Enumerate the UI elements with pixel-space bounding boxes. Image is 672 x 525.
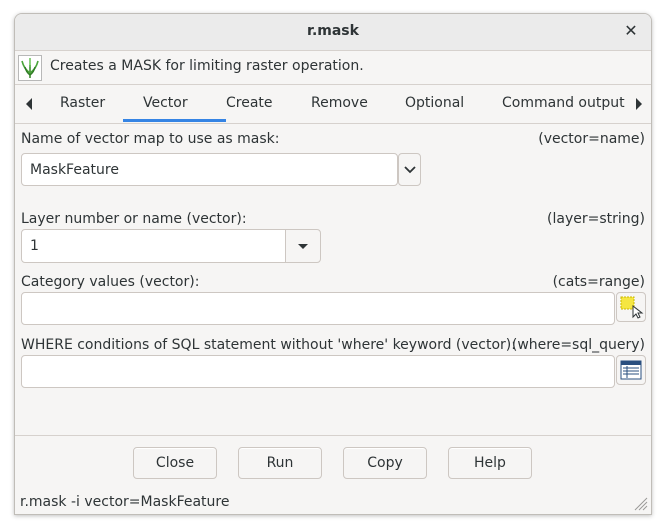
vector-map-value: MaskFeature [30, 162, 119, 178]
vector-param-hint: (vector=name) [538, 131, 645, 147]
help-button[interactable]: Help [448, 447, 532, 479]
module-description: Creates a MASK for limiting raster opera… [50, 58, 364, 74]
tab-command-output[interactable]: Command output [502, 95, 625, 111]
sql-builder-icon [620, 360, 642, 380]
chevron-down-icon [404, 166, 416, 174]
tab-vector[interactable]: Vector [143, 95, 188, 111]
title-bar: r.mask ✕ [15, 14, 651, 51]
layer-label: Layer number or name (vector): [21, 211, 247, 227]
where-label: WHERE conditions of SQL statement withou… [21, 337, 516, 353]
select-from-map-icon [620, 296, 644, 319]
dialog-window: r.mask ✕ Creates a MASK for limiting ras… [14, 13, 652, 515]
vector-tab-panel: Name of vector map to use as mask: (vect… [15, 124, 651, 434]
close-button[interactable]: Close [133, 447, 217, 479]
layer-combo-entry[interactable]: 1 [21, 229, 286, 263]
layer-param-hint: (layer=string) [547, 211, 645, 227]
tab-create[interactable]: Create [226, 95, 273, 111]
close-icon[interactable]: ✕ [621, 21, 641, 41]
select-from-map-button[interactable] [616, 292, 646, 322]
where-input[interactable] [21, 355, 615, 388]
tab-raster[interactable]: Raster [60, 95, 105, 111]
vector-map-combo-entry[interactable]: MaskFeature [21, 153, 398, 186]
cats-param-hint: (cats=range) [552, 274, 645, 290]
where-param-hint: (where=sql_query) [511, 337, 645, 353]
layer-value: 1 [30, 238, 39, 254]
tab-scroll-right-icon[interactable] [633, 97, 645, 111]
window-title: r.mask [307, 23, 359, 39]
button-row: Close Run Copy Help [15, 435, 651, 491]
tab-remove[interactable]: Remove [311, 95, 368, 111]
vector-map-label: Name of vector map to use as mask: [21, 131, 280, 147]
cats-label: Category values (vector): [21, 274, 200, 290]
sql-builder-button[interactable] [616, 355, 646, 385]
tab-bar: Raster Vector Create Remove Optional Com… [15, 85, 651, 124]
grass-logo-icon [18, 55, 42, 81]
copy-button[interactable]: Copy [343, 447, 427, 479]
tab-scroll-left-icon[interactable] [23, 97, 35, 111]
vector-map-dropdown-button[interactable] [398, 153, 421, 186]
layer-dropdown-button[interactable] [285, 229, 321, 263]
description-bar: Creates a MASK for limiting raster opera… [15, 51, 651, 85]
status-bar-command: r.mask -i vector=MaskFeature [20, 494, 230, 510]
cats-input[interactable] [21, 292, 615, 325]
active-tab-indicator [123, 119, 226, 122]
run-button[interactable]: Run [238, 447, 322, 479]
caret-down-icon [298, 244, 308, 249]
resize-grip-icon[interactable] [630, 493, 648, 511]
tab-optional[interactable]: Optional [405, 95, 464, 111]
